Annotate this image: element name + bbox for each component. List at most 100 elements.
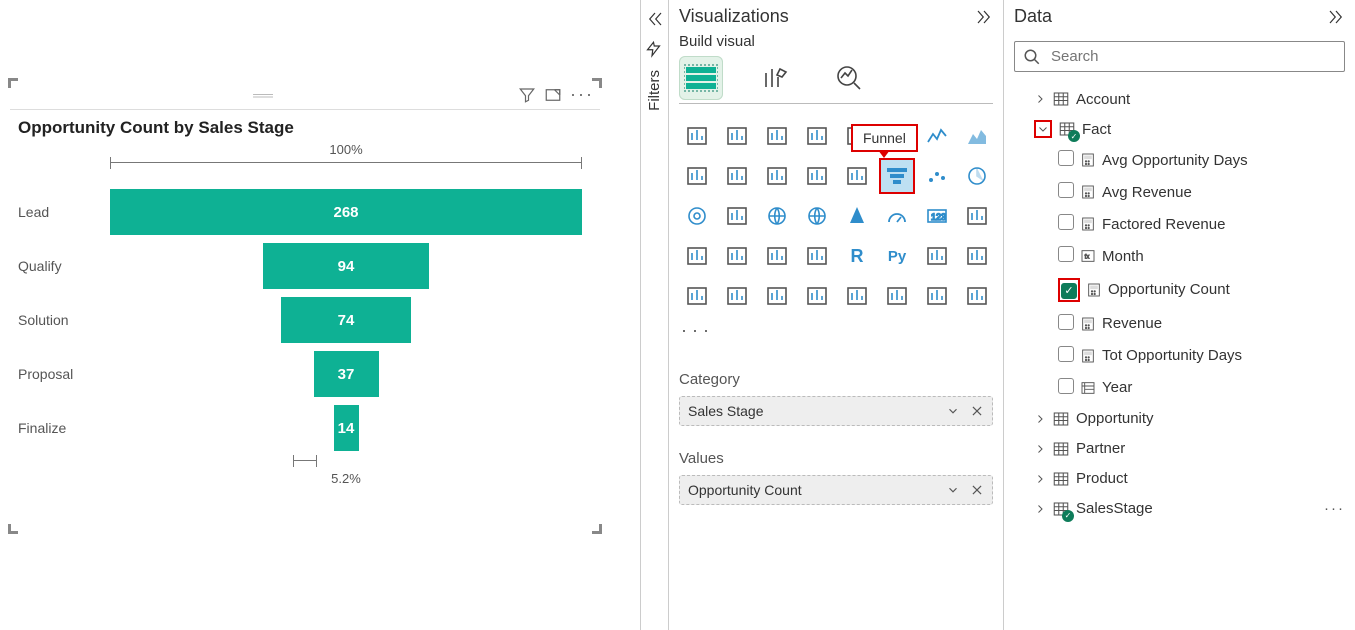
viz-stacked-bar[interactable] <box>679 118 715 154</box>
funnel-row[interactable]: Finalize14 <box>18 401 592 455</box>
more-options-icon[interactable]: ··· <box>1324 500 1345 517</box>
viz-azure-map[interactable] <box>839 198 875 234</box>
viz-clustered-bar[interactable] <box>719 118 755 154</box>
drag-handle[interactable]: ══ <box>16 87 510 103</box>
field-month[interactable]: fxMonth <box>1014 240 1345 272</box>
viz-arcgis[interactable] <box>959 278 995 314</box>
filters-label[interactable]: Filters <box>646 70 663 111</box>
viz-goals[interactable] <box>759 278 795 314</box>
chevron-down-icon[interactable] <box>1034 120 1052 138</box>
viz-matrix[interactable] <box>799 238 835 274</box>
field-checkbox[interactable] <box>1058 150 1074 166</box>
table-partner[interactable]: Partner <box>1014 434 1345 464</box>
chevron-down-icon[interactable] <box>946 404 960 418</box>
funnel-bar[interactable]: 268 <box>110 189 582 235</box>
category-field-well[interactable]: Sales Stage <box>679 396 993 426</box>
values-field-well[interactable]: Opportunity Count <box>679 475 993 505</box>
viz-paginated[interactable] <box>799 278 835 314</box>
table-opportunity[interactable]: Opportunity <box>1014 404 1345 434</box>
format-tab[interactable] <box>753 56 797 100</box>
viz-clustered-column[interactable] <box>799 118 835 154</box>
focus-mode-icon[interactable] <box>544 86 562 104</box>
field-checkbox[interactable] <box>1058 182 1074 198</box>
funnel-bar[interactable]: 14 <box>334 405 359 451</box>
viz-r-visual[interactable]: R <box>839 238 875 274</box>
viz-waterfall[interactable] <box>839 158 875 194</box>
chevron-right-icon[interactable] <box>1034 443 1046 455</box>
chevron-right-icon[interactable] <box>1034 503 1046 515</box>
field-checkbox[interactable] <box>1058 246 1074 262</box>
viz-slicer[interactable] <box>719 238 755 274</box>
visualization-picker[interactable]: Funnel123 RPy <box>679 118 993 314</box>
funnel-row[interactable]: Lead268 <box>18 185 592 239</box>
field-checkbox[interactable] <box>1058 214 1074 230</box>
field-avg-revenue[interactable]: Avg Revenue <box>1014 176 1345 208</box>
field-checkbox[interactable] <box>1058 346 1074 362</box>
table-account[interactable]: Account <box>1014 84 1345 114</box>
viz-shape[interactable] <box>919 278 955 314</box>
viz-kpi[interactable] <box>679 238 715 274</box>
chevron-right-icon[interactable] <box>1034 413 1046 425</box>
table-salesstage[interactable]: ✓SalesStage··· <box>1014 494 1345 524</box>
field-year[interactable]: Year <box>1014 372 1345 404</box>
viz-table[interactable] <box>759 238 795 274</box>
field-checkbox[interactable]: ✓ <box>1061 283 1077 299</box>
viz-ribbon[interactable] <box>799 158 835 194</box>
expand-right-icon[interactable] <box>975 8 993 26</box>
expand-right-icon[interactable] <box>1327 8 1345 26</box>
funnel-bar[interactable]: 74 <box>281 297 411 343</box>
funnel-visual-tile[interactable]: ══ ··· Opportunity Count by Sales Stage … <box>10 80 600 532</box>
remove-field-icon[interactable] <box>970 483 984 497</box>
remove-field-icon[interactable] <box>970 404 984 418</box>
funnel-bar[interactable]: 94 <box>263 243 429 289</box>
viz-card[interactable]: 123 <box>919 198 955 234</box>
chevron-right-icon[interactable] <box>1034 93 1046 105</box>
collapse-left-icon[interactable] <box>646 10 664 28</box>
fields-tree[interactable]: Account✓FactAvg Opportunity DaysAvg Reve… <box>1014 84 1345 524</box>
funnel-row[interactable]: Qualify94 <box>18 239 592 293</box>
viz-treemap[interactable] <box>719 198 755 234</box>
table-fact[interactable]: ✓Fact <box>1014 114 1345 144</box>
field-revenue[interactable]: Revenue <box>1014 308 1345 340</box>
chevron-right-icon[interactable] <box>1034 473 1046 485</box>
viz-pie[interactable] <box>959 158 995 194</box>
viz-line-clustered-column[interactable] <box>759 158 795 194</box>
field-opportunity-count[interactable]: ✓Opportunity Count <box>1014 272 1345 308</box>
viz-decomposition-tree[interactable] <box>959 238 995 274</box>
table-product[interactable]: Product <box>1014 464 1345 494</box>
more-options-icon[interactable]: ··· <box>570 84 594 105</box>
funnel-bar[interactable]: 37 <box>314 351 379 397</box>
report-canvas[interactable]: ══ ··· Opportunity Count by Sales Stage … <box>0 0 640 630</box>
viz-stacked-bar-100[interactable] <box>759 118 795 154</box>
field-checkbox[interactable] <box>1058 378 1074 394</box>
viz-power-automate[interactable] <box>839 278 875 314</box>
viz-funnel[interactable]: Funnel <box>879 158 915 194</box>
viz-gauge[interactable] <box>879 198 915 234</box>
viz-scatter[interactable] <box>919 158 955 194</box>
viz-line[interactable] <box>919 118 955 154</box>
viz-multi-row-card[interactable] <box>959 198 995 234</box>
viz-line-stacked-column[interactable] <box>719 158 755 194</box>
funnel-row[interactable]: Solution74 <box>18 293 592 347</box>
filters-collapsed-pane[interactable]: Filters <box>640 0 668 630</box>
viz-qna[interactable] <box>679 278 715 314</box>
search-input[interactable] <box>1014 41 1345 72</box>
funnel-row[interactable]: Proposal37 <box>18 347 592 401</box>
field-avg-opportunity-days[interactable]: Avg Opportunity Days <box>1014 144 1345 176</box>
viz-area[interactable] <box>959 118 995 154</box>
build-tab[interactable] <box>679 56 723 100</box>
viz-power-apps[interactable] <box>879 278 915 314</box>
viz-map[interactable] <box>759 198 795 234</box>
chevron-down-icon[interactable] <box>946 483 960 497</box>
analytics-tab[interactable] <box>827 56 871 100</box>
viz-stacked-area[interactable] <box>679 158 715 194</box>
field-tot-opportunity-days[interactable]: Tot Opportunity Days <box>1014 340 1345 372</box>
more-visuals-icon[interactable]: · · · <box>679 314 993 347</box>
viz-py-visual[interactable]: Py <box>879 238 915 274</box>
viz-key-influencers[interactable] <box>919 238 955 274</box>
filter-icon[interactable] <box>518 86 536 104</box>
viz-donut[interactable] <box>679 198 715 234</box>
viz-narrative[interactable] <box>719 278 755 314</box>
field-factored-revenue[interactable]: Factored Revenue <box>1014 208 1345 240</box>
filter-pane-icon[interactable] <box>646 40 664 58</box>
